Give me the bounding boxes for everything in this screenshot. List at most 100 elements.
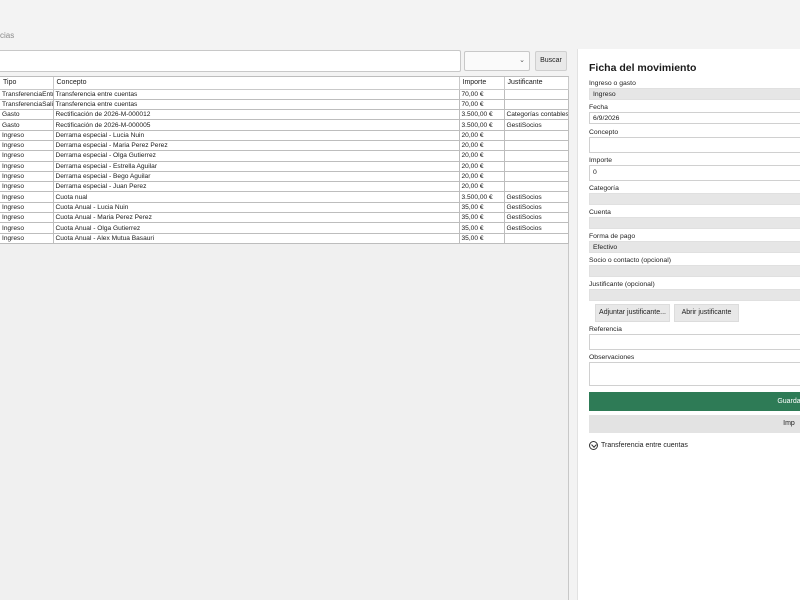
justificante-field[interactable] bbox=[589, 289, 800, 301]
socio-select[interactable] bbox=[589, 265, 800, 277]
column-header-concepto[interactable]: Concepto bbox=[53, 77, 460, 90]
cell-concepto: Derrama especial - Juan Perez bbox=[53, 181, 460, 193]
table-row[interactable]: Ingreso Cuota Anual - Lucia Nuin 35,00 € Ge… bbox=[0, 202, 569, 214]
cell-justificante bbox=[504, 130, 569, 141]
cell-concepto: Derrama especial - Estrella Aguilar bbox=[53, 161, 460, 172]
cell-justificante bbox=[504, 99, 569, 111]
cell-importe: 20,00 € bbox=[459, 171, 505, 183]
cell-tipo: Ingreso bbox=[0, 191, 54, 203]
cell-tipo: Ingreso bbox=[0, 140, 54, 152]
search-bar: ⌄ Buscar bbox=[0, 50, 570, 72]
cell-tipo: Ingreso bbox=[0, 130, 54, 141]
table-row[interactable]: Ingreso Cuota Anual - Alex Mutua Basauri 3… bbox=[0, 233, 569, 244]
cell-tipo: TransferenciaEntr bbox=[0, 89, 54, 100]
table-row[interactable]: Ingreso Cuota Anual - Olga Gutierrez 35,00… bbox=[0, 222, 569, 234]
cell-importe: 35,00 € bbox=[459, 212, 505, 224]
cell-importe: 35,00 € bbox=[459, 222, 505, 234]
column-header-importe[interactable]: Importe bbox=[459, 77, 505, 90]
table-row[interactable]: Ingreso Derrama especial - Estrella Aguil… bbox=[0, 161, 569, 172]
movement-detail-panel: Ficha del movimiento Ingreso o gasto Ing… bbox=[577, 49, 800, 600]
importe-field[interactable]: 0 bbox=[589, 165, 800, 181]
table-row[interactable]: Ingreso Derrama especial - Maria Perez Pe… bbox=[0, 140, 569, 152]
categoria-select[interactable] bbox=[589, 193, 800, 205]
cell-concepto: Cuota Anual - Maria Perez Perez bbox=[53, 212, 460, 224]
transfer-expander[interactable]: Transferencia entre cuentas bbox=[589, 441, 688, 450]
cell-tipo: Ingreso bbox=[0, 233, 54, 244]
cell-concepto: Derrama especial - Lucia Nuin bbox=[53, 130, 460, 141]
table-row[interactable]: Ingreso Derrama especial - Olga Gutierrez… bbox=[0, 150, 569, 162]
cell-tipo: Gasto bbox=[0, 109, 54, 121]
cell-justificante: GestiSocios bbox=[504, 202, 569, 214]
cell-importe: 20,00 € bbox=[459, 140, 505, 152]
table-row[interactable]: Ingreso Cuota nual 3.500,00 € GestiSocios bbox=[0, 191, 569, 203]
cuenta-label: Cuenta bbox=[589, 209, 611, 216]
cell-concepto: Transferencia entre cuentas bbox=[53, 99, 460, 111]
observaciones-field[interactable] bbox=[589, 362, 800, 386]
cell-importe: 35,00 € bbox=[459, 202, 505, 214]
cell-concepto: Derrama especial - Olga Gutierrez bbox=[53, 150, 460, 162]
ingreso-gasto-select[interactable]: Ingreso bbox=[589, 88, 800, 100]
search-button[interactable]: Buscar bbox=[535, 51, 567, 71]
justificante-label: Justificante (opcional) bbox=[589, 281, 655, 288]
cell-tipo: Ingreso bbox=[0, 212, 54, 224]
chevron-down-icon bbox=[589, 441, 598, 450]
abrir-justificante-button[interactable]: Abrir justificante bbox=[674, 304, 739, 322]
cell-justificante bbox=[504, 140, 569, 152]
cell-justificante bbox=[504, 171, 569, 183]
cell-concepto: Rectificación de 2026-M-000012 bbox=[53, 109, 460, 121]
column-header-justificante[interactable]: Justificante bbox=[504, 77, 569, 90]
movements-grid[interactable]: Tipo Concepto Importe Justificante Trans… bbox=[0, 76, 569, 600]
cell-justificante bbox=[504, 233, 569, 244]
save-button[interactable]: Guarda bbox=[589, 392, 800, 411]
forma-pago-select[interactable]: Efectivo bbox=[589, 241, 800, 253]
cell-importe: 20,00 € bbox=[459, 181, 505, 193]
cell-tipo: Ingreso bbox=[0, 202, 54, 214]
search-input[interactable] bbox=[0, 50, 461, 72]
adjuntar-justificante-button[interactable]: Adjuntar justificante... bbox=[595, 304, 670, 322]
concepto-field[interactable] bbox=[589, 137, 800, 153]
concepto-label: Concepto bbox=[589, 129, 619, 136]
referencia-field[interactable] bbox=[589, 334, 800, 350]
cell-justificante bbox=[504, 150, 569, 162]
cell-importe: 3.500,00 € bbox=[459, 109, 505, 121]
cell-importe: 70,00 € bbox=[459, 89, 505, 100]
table-header-row: Tipo Concepto Importe Justificante bbox=[0, 77, 569, 90]
cell-tipo: Gasto bbox=[0, 119, 54, 131]
table-row[interactable]: Ingreso Derrama especial - Lucia Nuin 20,0… bbox=[0, 130, 569, 141]
cell-justificante: GestiSocios bbox=[504, 212, 569, 224]
table-row[interactable]: TransferenciaEntr Transferencia entre cue… bbox=[0, 89, 569, 100]
movements-table: Tipo Concepto Importe Justificante Trans… bbox=[0, 77, 569, 244]
table-row[interactable]: Ingreso Derrama especial - Juan Perez 20,0… bbox=[0, 181, 569, 193]
table-row[interactable]: TransferenciaSalid Transferencia entre cu… bbox=[0, 99, 569, 111]
cell-concepto: Derrama especial - Bego Aguilar bbox=[53, 171, 460, 183]
column-header-tipo[interactable]: Tipo bbox=[0, 77, 54, 90]
cell-justificante bbox=[504, 161, 569, 172]
ingreso-gasto-label: Ingreso o gasto bbox=[589, 80, 636, 87]
fecha-field[interactable]: 6/9/2026 bbox=[589, 112, 800, 124]
cell-tipo: Ingreso bbox=[0, 171, 54, 183]
cell-justificante bbox=[504, 89, 569, 100]
table-row[interactable]: Ingreso Derrama especial - Bego Aguilar 20… bbox=[0, 171, 569, 183]
cell-concepto: Transferencia entre cuentas bbox=[53, 89, 460, 100]
transfer-expander-label: Transferencia entre cuentas bbox=[601, 442, 688, 449]
cell-tipo: Ingreso bbox=[0, 222, 54, 234]
cell-importe: 70,00 € bbox=[459, 99, 505, 111]
cell-tipo: TransferenciaSalid bbox=[0, 99, 54, 111]
table-row[interactable]: Ingreso Cuota Anual - Maria Perez Perez 35… bbox=[0, 212, 569, 224]
cell-importe: 35,00 € bbox=[459, 233, 505, 244]
cell-importe: 20,00 € bbox=[459, 130, 505, 141]
chevron-down-icon: ⌄ bbox=[519, 57, 525, 64]
cell-justificante: Categorías contables bbox=[504, 109, 569, 121]
cell-tipo: Ingreso bbox=[0, 161, 54, 172]
print-button[interactable]: Imp bbox=[589, 415, 800, 433]
cell-concepto: Rectificación de 2026-M-000005 bbox=[53, 119, 460, 131]
importe-label: Importe bbox=[589, 157, 613, 164]
cell-concepto: Cuota Anual - Alex Mutua Basauri bbox=[53, 233, 460, 244]
filter-select[interactable]: ⌄ bbox=[464, 51, 530, 71]
cuenta-select[interactable] bbox=[589, 217, 800, 229]
cell-importe: 3.500,00 € bbox=[459, 191, 505, 203]
table-row[interactable]: Gasto Rectificación de 2026-M-000012 3.500… bbox=[0, 109, 569, 121]
table-row[interactable]: Gasto Rectificación de 2026-M-000005 3.500… bbox=[0, 119, 569, 131]
socio-label: Socio o contacto (opcional) bbox=[589, 257, 671, 264]
cell-tipo: Ingreso bbox=[0, 181, 54, 193]
